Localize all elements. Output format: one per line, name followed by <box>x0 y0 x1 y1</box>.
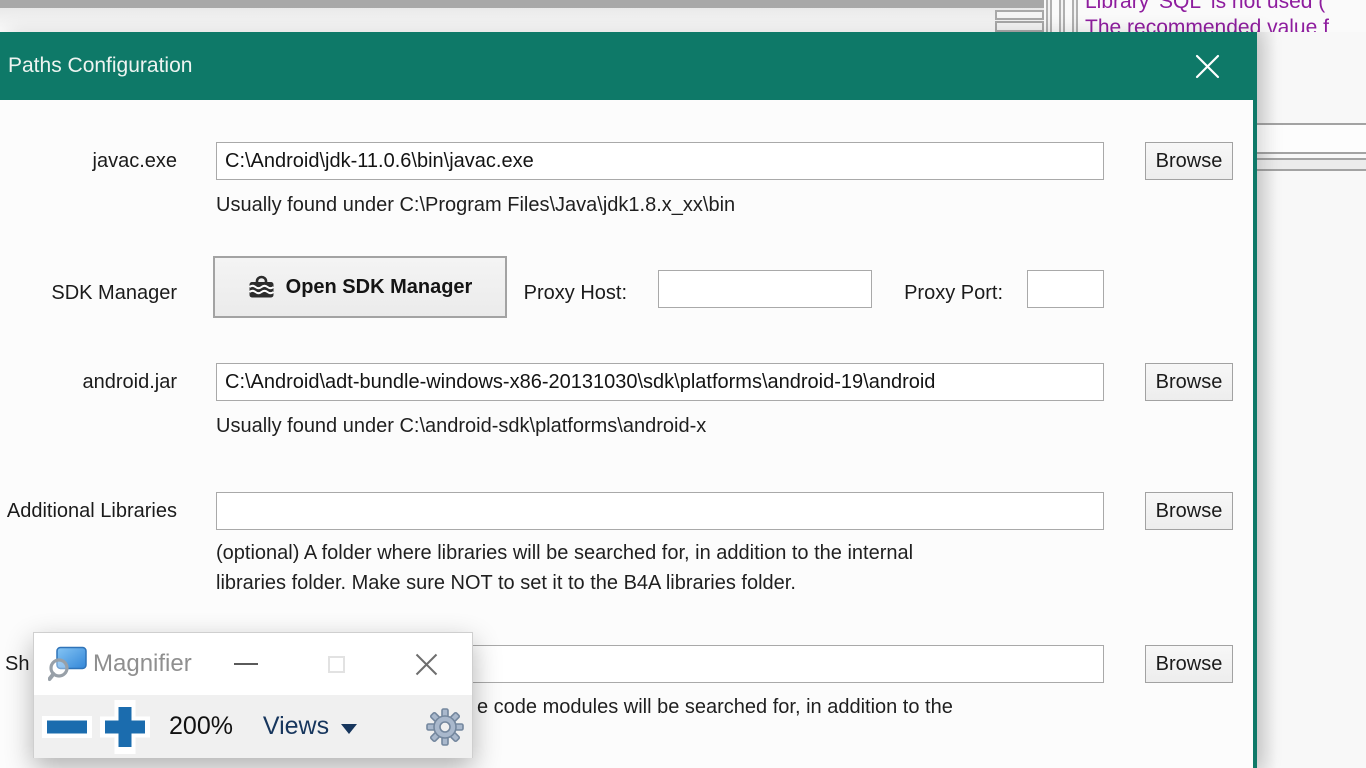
background-divider <box>1257 158 1366 160</box>
zoom-level-value: 200% <box>169 712 233 740</box>
plus-icon <box>100 699 150 754</box>
dialog-titlebar[interactable]: Paths Configuration <box>0 32 1257 100</box>
screen: Library 'SQL' is not used ( The recommen… <box>0 0 1366 768</box>
javac-label: javac.exe <box>92 150 178 172</box>
dialog-close-button[interactable] <box>1179 44 1235 88</box>
background-divider <box>1257 123 1366 125</box>
background-splitter <box>1059 0 1065 33</box>
proxy-host-input[interactable] <box>658 270 872 308</box>
background-top-bar <box>0 0 1044 8</box>
open-sdk-manager-button[interactable]: Open SDK Manager <box>213 256 507 318</box>
background-divider <box>1257 152 1366 154</box>
magnifier-window: Magnifier 200% Views <box>33 632 473 758</box>
javac-helper-text: Usually found under C:\Program Files\Jav… <box>216 194 736 216</box>
dialog-title: Paths Configuration <box>8 54 193 77</box>
close-icon <box>1195 54 1219 78</box>
close-icon <box>415 653 437 675</box>
proxy-host-label: Proxy Host: <box>523 282 627 304</box>
android-jar-browse-button[interactable]: Browse <box>1145 363 1233 401</box>
libraries-helper-line-1: (optional) A folder where libraries will… <box>216 542 914 564</box>
proxy-port-input[interactable] <box>1027 270 1104 308</box>
background-splitter <box>1072 0 1078 33</box>
additional-libraries-input[interactable] <box>216 492 1104 530</box>
views-dropdown-label: Views <box>262 712 330 740</box>
magnifier-settings-button[interactable] <box>422 695 468 758</box>
background-scrollbar-thumb[interactable] <box>995 10 1044 20</box>
magnifier-toolbar: 200% Views <box>34 695 472 758</box>
background-splitter <box>1046 0 1052 33</box>
additional-libraries-label: Additional Libraries <box>6 500 177 522</box>
javac-browse-button[interactable]: Browse <box>1145 142 1233 180</box>
magnifier-minimize-button[interactable] <box>224 633 268 695</box>
magnifier-close-button[interactable] <box>404 633 448 695</box>
android-jar-input[interactable] <box>216 363 1104 401</box>
open-sdk-manager-label: Open SDK Manager <box>285 275 473 298</box>
zoom-out-button[interactable] <box>38 695 96 758</box>
dialog-right-border <box>1253 100 1257 768</box>
toolbox-icon <box>248 275 274 298</box>
zoom-in-button[interactable] <box>96 695 154 758</box>
background-scrollbar-button[interactable] <box>995 21 1044 32</box>
background-right-band <box>1257 125 1366 152</box>
android-jar-label: android.jar <box>82 371 177 393</box>
log-warning-line-1: Library 'SQL' is not used ( <box>1085 0 1326 13</box>
sdk-manager-label: SDK Manager <box>51 282 177 304</box>
gear-icon <box>426 707 464 746</box>
minimize-icon <box>234 663 258 665</box>
shared-modules-helper-fragment: e code modules will be searched for, in … <box>477 696 953 718</box>
javac-path-input[interactable] <box>216 142 1104 180</box>
chevron-down-icon <box>341 723 358 734</box>
background-top-strip <box>0 8 1044 32</box>
android-jar-helper-text: Usually found under C:\android-sdk\platf… <box>216 415 707 437</box>
magnifier-app-icon <box>48 646 87 681</box>
magnifier-maximize-button[interactable] <box>314 633 358 695</box>
minus-icon <box>42 715 92 738</box>
maximize-icon <box>327 655 345 673</box>
shared-modules-browse-button[interactable]: Browse <box>1145 645 1233 683</box>
magnifier-window-title: Magnifier <box>93 650 192 677</box>
views-dropdown[interactable]: Views <box>258 695 362 758</box>
additional-libraries-browse-button[interactable]: Browse <box>1145 492 1233 530</box>
magnifier-titlebar[interactable]: Magnifier <box>34 633 472 695</box>
libraries-helper-line-2: libraries folder. Make sure NOT to set i… <box>216 572 796 594</box>
proxy-port-label: Proxy Port: <box>904 282 1003 304</box>
background-right-band <box>1257 160 1366 169</box>
background-divider <box>1257 169 1366 171</box>
